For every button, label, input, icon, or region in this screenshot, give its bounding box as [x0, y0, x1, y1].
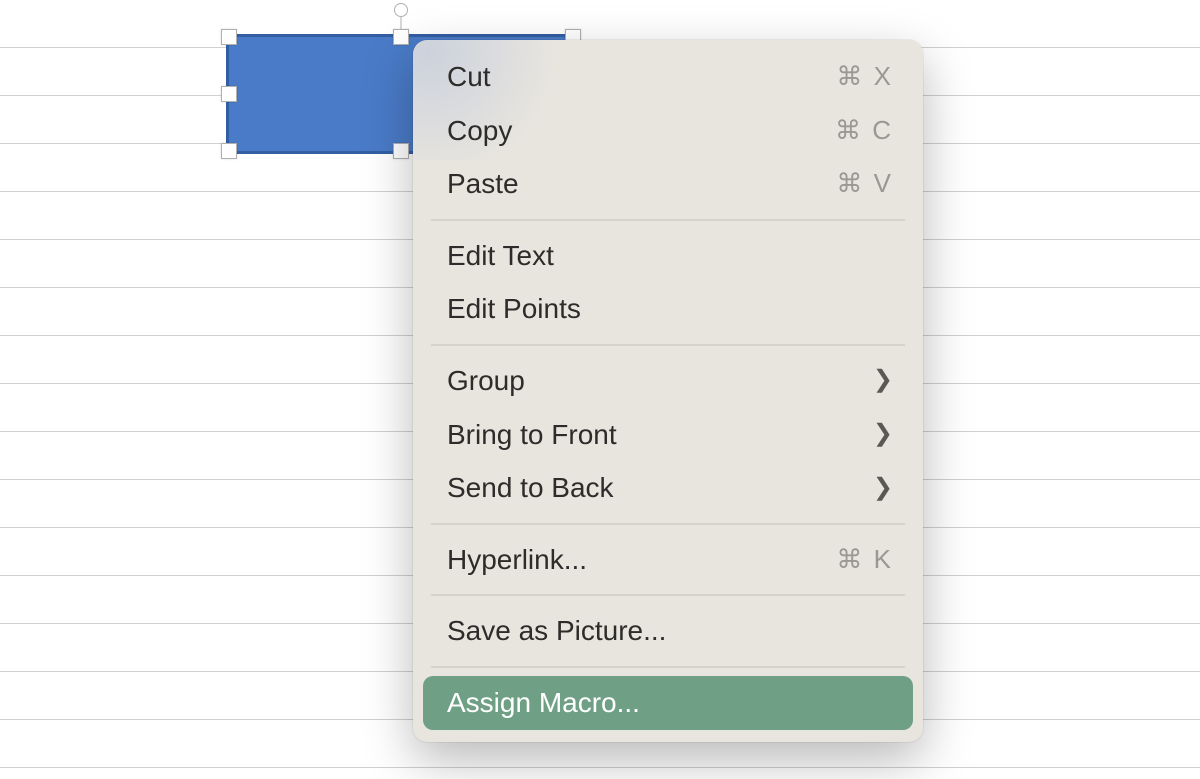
rotation-handle[interactable] [394, 3, 408, 17]
menu-item-send-to-back[interactable]: Send to Back ❯ [413, 461, 923, 515]
chevron-right-icon: ❯ [873, 366, 893, 395]
menu-item-label: Send to Back [447, 471, 614, 505]
menu-item-label: Hyperlink... [447, 543, 587, 577]
menu-item-bring-to-front[interactable]: Bring to Front ❯ [413, 408, 923, 462]
menu-separator [431, 594, 905, 596]
menu-item-cut[interactable]: Cut ⌘ X [413, 50, 923, 104]
resize-handle-nw[interactable] [221, 29, 237, 45]
menu-item-hyperlink[interactable]: Hyperlink... ⌘ K [413, 533, 923, 587]
resize-handle-w[interactable] [221, 86, 237, 102]
menu-item-edit-points[interactable]: Edit Points [413, 282, 923, 336]
menu-item-label: Group [447, 364, 525, 398]
menu-item-label: Bring to Front [447, 418, 617, 452]
context-menu: Cut ⌘ X Copy ⌘ C Paste ⌘ V Edit Text Edi… [413, 40, 923, 742]
menu-item-edit-text[interactable]: Edit Text [413, 229, 923, 283]
menu-item-label: Paste [447, 167, 519, 201]
shortcut-text: ⌘ K [836, 544, 893, 575]
menu-item-label: Assign Macro... [447, 686, 640, 720]
menu-item-save-as-picture[interactable]: Save as Picture... [413, 604, 923, 658]
menu-separator [431, 523, 905, 525]
menu-item-label: Copy [447, 114, 512, 148]
menu-item-copy[interactable]: Copy ⌘ C [413, 104, 923, 158]
resize-handle-s[interactable] [393, 143, 409, 159]
menu-item-label: Cut [447, 60, 491, 94]
menu-separator [431, 666, 905, 668]
resize-handle-sw[interactable] [221, 143, 237, 159]
shortcut-text: ⌘ X [836, 61, 893, 92]
menu-separator [431, 344, 905, 346]
menu-item-label: Edit Text [447, 239, 554, 273]
chevron-right-icon: ❯ [873, 474, 893, 503]
menu-item-paste[interactable]: Paste ⌘ V [413, 157, 923, 211]
menu-separator [431, 219, 905, 221]
chevron-right-icon: ❯ [873, 420, 893, 449]
resize-handle-n[interactable] [393, 29, 409, 45]
menu-item-group[interactable]: Group ❯ [413, 354, 923, 408]
menu-item-assign-macro[interactable]: Assign Macro... [423, 676, 913, 730]
shortcut-text: ⌘ V [836, 168, 893, 199]
shortcut-text: ⌘ C [835, 115, 893, 146]
menu-item-label: Save as Picture... [447, 614, 666, 648]
menu-item-label: Edit Points [447, 292, 581, 326]
